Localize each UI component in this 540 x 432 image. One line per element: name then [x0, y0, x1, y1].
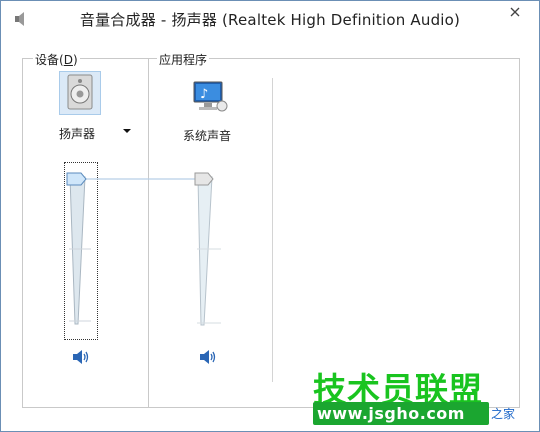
speaker-volume-icon	[200, 350, 216, 364]
device-volume-track[interactable]	[69, 176, 86, 325]
speaker-volume-icon	[73, 350, 89, 364]
volume-mixer-window: 音量合成器 - 扬声器 (Realtek High Definition Aud…	[0, 0, 540, 432]
watermark-url: www.jsgho.com	[317, 404, 465, 423]
app-volume-track[interactable]	[197, 176, 213, 326]
watermark-tag: 之家	[491, 407, 516, 421]
device-mute-button[interactable]	[71, 348, 93, 366]
device-volume-thumb[interactable]	[66, 172, 87, 186]
app-mute-button[interactable]	[198, 348, 220, 366]
